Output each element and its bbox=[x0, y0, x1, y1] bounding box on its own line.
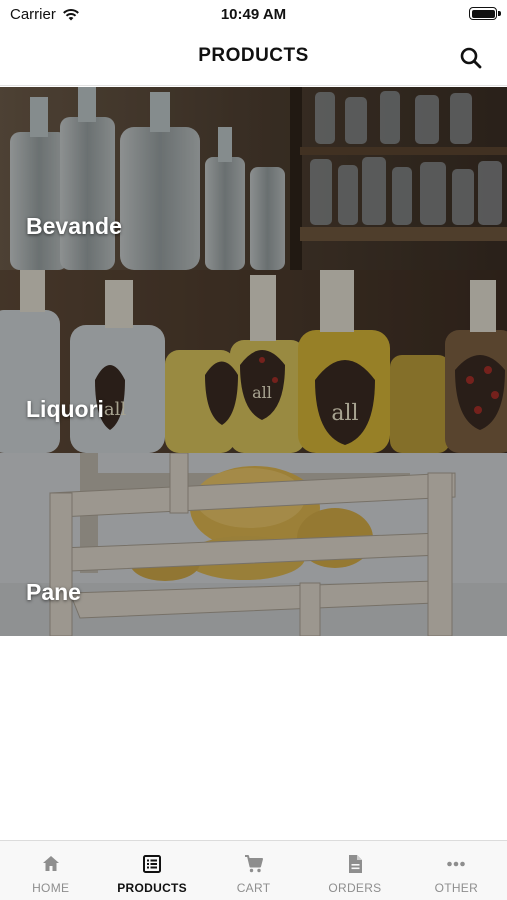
tab-label: PRODUCTS bbox=[117, 881, 187, 895]
category-label: Bevande bbox=[26, 213, 122, 239]
category-list: Bevande all all all Liquori Pane bbox=[0, 87, 507, 636]
status-bar: Carrier 10:49 AM bbox=[0, 0, 507, 30]
tab-orders[interactable]: ORDERS bbox=[304, 841, 405, 900]
tab-label: OTHER bbox=[434, 881, 479, 895]
category-pane[interactable]: Pane bbox=[0, 453, 507, 636]
search-icon[interactable] bbox=[457, 44, 485, 72]
category-label: Pane bbox=[26, 579, 81, 605]
document-icon bbox=[348, 855, 362, 873]
tab-products[interactable]: PRODUCTS bbox=[101, 841, 202, 900]
tab-cart[interactable]: CART bbox=[203, 841, 304, 900]
tab-label: CART bbox=[236, 881, 271, 895]
status-time: 10:49 AM bbox=[220, 6, 287, 23]
tab-label: HOME bbox=[32, 881, 70, 895]
battery-icon bbox=[469, 7, 501, 20]
list-icon bbox=[143, 855, 162, 873]
category-bevande[interactable]: Bevande bbox=[0, 87, 507, 270]
cart-icon bbox=[244, 855, 263, 873]
more-icon bbox=[447, 861, 466, 867]
header: PRODUCTS bbox=[0, 30, 507, 86]
tab-home[interactable]: HOME bbox=[0, 841, 101, 900]
battery-fill bbox=[471, 9, 495, 18]
tab-other[interactable]: OTHER bbox=[406, 841, 507, 900]
category-label: Liquori bbox=[26, 396, 104, 422]
category-liquori[interactable]: all all all Liquori bbox=[0, 270, 507, 453]
page-title: PRODUCTS bbox=[198, 45, 309, 66]
bottom-tab-bar: HOME PRODUCTS CART ORDERS OTHER bbox=[0, 840, 507, 900]
home-icon bbox=[42, 856, 59, 871]
tab-label: ORDERS bbox=[328, 881, 382, 895]
